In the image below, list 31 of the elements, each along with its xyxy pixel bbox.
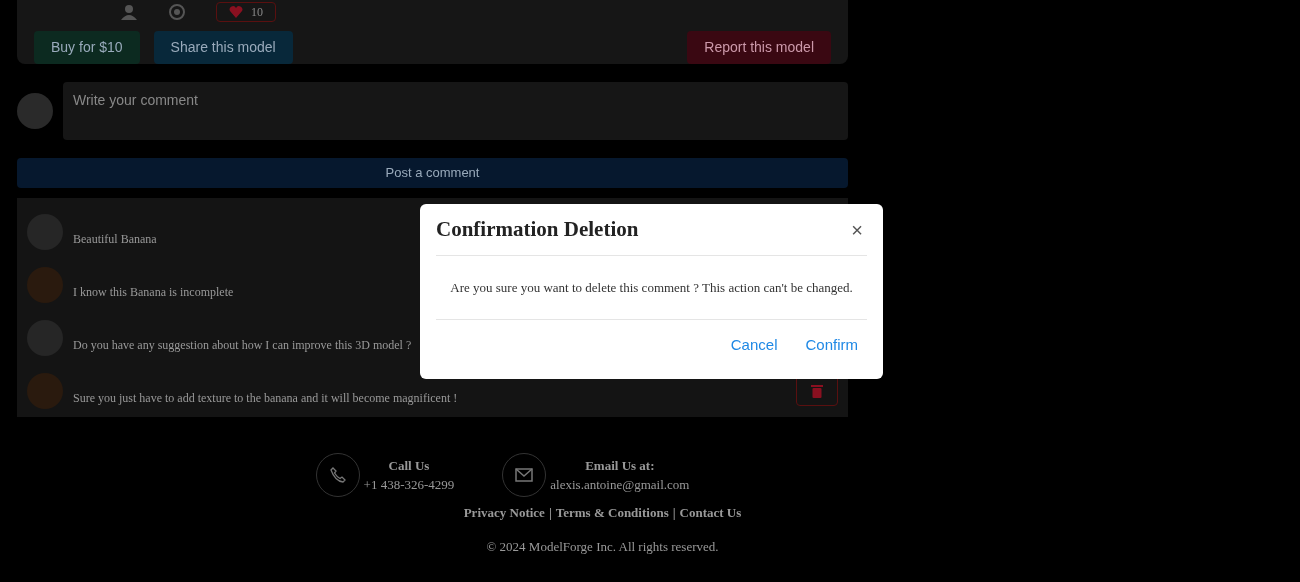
contact-value: alexis.antoine@gmail.com [550,476,690,494]
link-separator: | [548,504,552,522]
avatar [17,93,53,129]
contact-value: +1 438-326-4299 [363,476,455,494]
link-separator: | [672,504,676,522]
like-button[interactable]: 10 [216,2,276,22]
dialog-message: Are you sure you want to delete this comment ? This action can't be changed. [450,278,853,297]
dialog-title: Confirmation Deletion [436,215,639,243]
comment-text: Beautiful Banana [73,231,157,249]
buy-button[interactable]: Buy for $10 [34,31,140,64]
contact-label: Call Us [388,456,430,475]
heart-icon [229,6,243,18]
footer-link[interactable]: Privacy Notice [463,503,545,523]
dialog-button[interactable]: Cancel [721,329,787,361]
comment-text: Sure you just have to add texture to the banana and it will become magnificent ! [73,389,458,407]
user-icon [120,4,138,20]
share-button[interactable]: Share this model [153,31,293,64]
trash-icon [811,383,823,398]
footer-link[interactable]: Contact Us [679,503,742,523]
comment-field[interactable]: Write your comment [63,82,848,140]
eye-icon [168,3,186,21]
post-comment-button[interactable]: Post a comment [17,158,848,188]
like-count: 10 [251,4,263,21]
copyright-text: © 2024 ModelForge Inc. All rights reserved. [485,537,720,556]
report-button[interactable]: Report this model [687,31,831,64]
footer-link[interactable]: Terms & Conditions [555,503,669,523]
close-button[interactable]: × [851,214,867,245]
comment-text: I know this Banana is incomplete [73,284,234,302]
comment-text: Do you have any suggestion about how I can improve this 3D model ? [73,336,412,354]
dialog-button[interactable]: Confirm [796,329,867,361]
contact-label: Email Us at: [585,456,655,475]
